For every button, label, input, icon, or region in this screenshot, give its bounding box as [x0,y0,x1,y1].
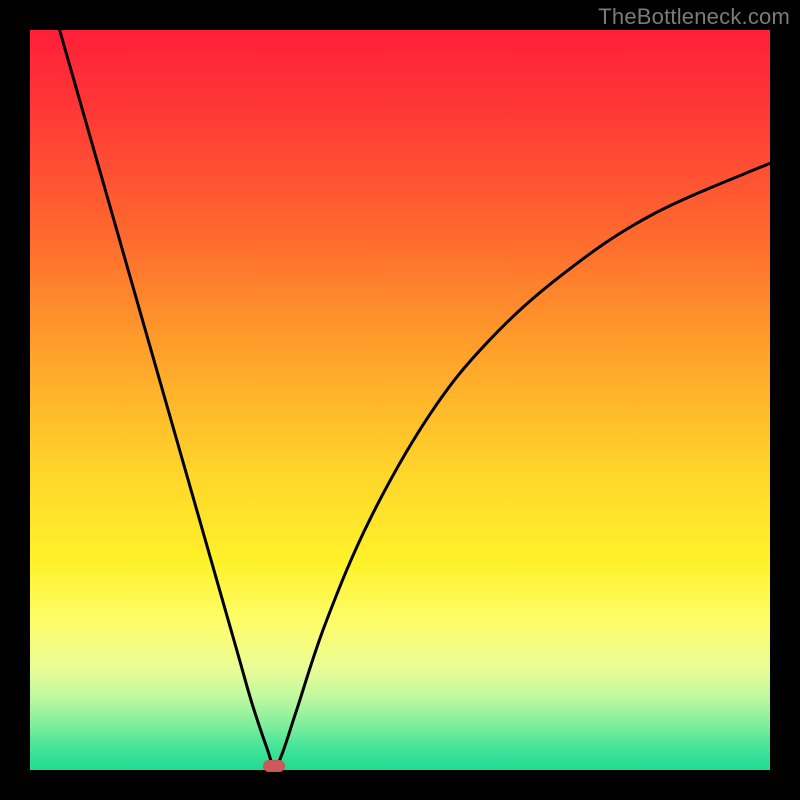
bottleneck-curve [30,30,770,770]
chart-frame: TheBottleneck.com [0,0,800,800]
optimal-point-marker [263,760,285,772]
plot-area [30,30,770,770]
watermark-text: TheBottleneck.com [598,4,790,30]
